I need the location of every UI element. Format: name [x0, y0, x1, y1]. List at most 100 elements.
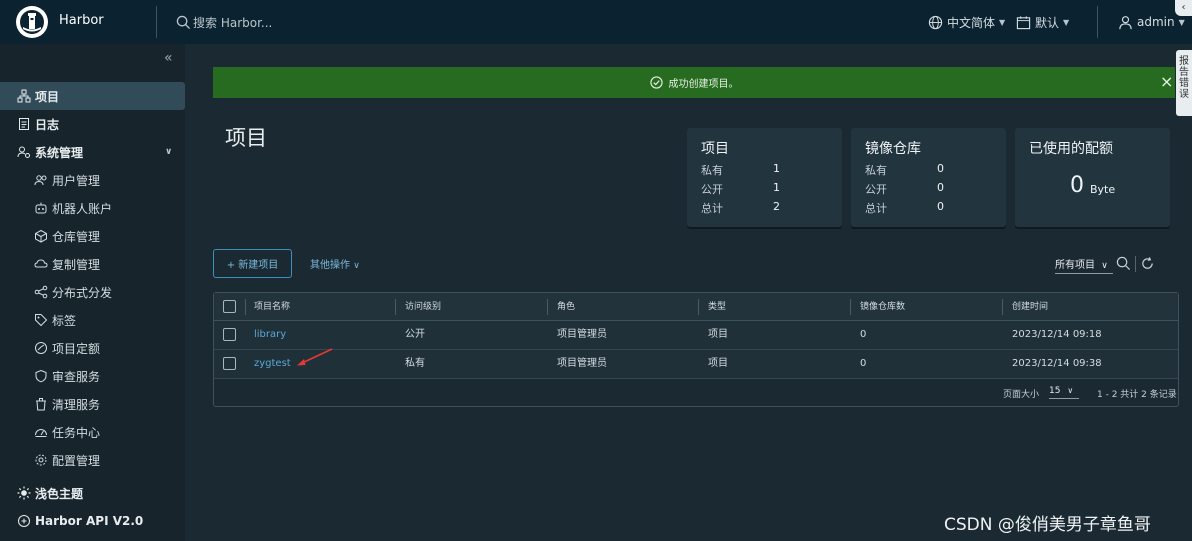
header-divider: [156, 6, 157, 38]
api-explorer-link[interactable]: Harbor API V2.0: [0, 507, 185, 535]
table-footer: 页面大小 15 ∨ 1 - 2 共计 2 条记录: [214, 379, 1178, 406]
theme-toggle[interactable]: 浅色主题: [0, 479, 185, 507]
page-size-label: 页面大小: [1003, 390, 1040, 400]
column-divider: [1002, 299, 1003, 315]
harbor-logo-icon[interactable]: [16, 6, 48, 38]
global-search[interactable]: 搜索 Harbor...: [176, 11, 396, 33]
private-count: 0: [937, 162, 944, 175]
new-project-button[interactable]: + 新建项目: [213, 249, 292, 278]
creation-time: 2023/12/14 09:38: [1012, 358, 1102, 369]
repo-count: 0: [860, 358, 867, 369]
sidebar-item-distribution[interactable]: 分布式分发: [0, 278, 185, 306]
admin-icon: [17, 146, 30, 158]
public-label: 公开: [865, 183, 887, 196]
column-header[interactable]: 类型: [708, 293, 726, 321]
logs-icon: [19, 118, 29, 130]
corner-toggle-button[interactable]: ‹: [1175, 0, 1192, 16]
refresh-icon[interactable]: [1140, 256, 1155, 271]
replication-icon: [34, 259, 48, 268]
tag-icon: [35, 314, 48, 327]
sidebar-item-labels[interactable]: 标签: [0, 306, 185, 334]
sidebar-item-quotas[interactable]: 项目定额: [0, 334, 185, 362]
chevron-down-icon: ∨: [353, 261, 360, 271]
type: 项目: [708, 358, 728, 369]
sidebar-item-label: 项目: [35, 89, 60, 104]
sidebar-item-label: 任务中心: [52, 425, 101, 440]
column-header[interactable]: 创建时间: [1012, 293, 1048, 321]
row-checkbox[interactable]: [223, 328, 236, 341]
theme-selector[interactable]: 默认 ▼: [1016, 11, 1069, 33]
pagination-summary: 1 - 2 共计 2 条记录: [1097, 390, 1177, 400]
user-icon: [1119, 15, 1132, 29]
sidebar-item-label: Harbor API V2.0: [35, 514, 144, 528]
repositories-summary-card: 镜像仓库 私有 0 公开 0 总计 0: [851, 128, 1006, 227]
page-size-select[interactable]: 15 ∨: [1049, 386, 1079, 399]
sidebar-item-admin[interactable]: 系统管理 ∨: [0, 138, 185, 166]
page-title: 项目: [225, 126, 267, 150]
column-header[interactable]: 项目名称: [254, 293, 290, 321]
project-filter-select[interactable]: 所有项目 ∨: [1055, 256, 1113, 274]
sidebar-item-cleanup[interactable]: 清理服务: [0, 390, 185, 418]
creation-time: 2023/12/14 09:18: [1012, 329, 1102, 340]
sidebar-item-configuration[interactable]: 配置管理: [0, 446, 185, 474]
quota-value: 0: [1070, 173, 1084, 198]
sidebar-item-logs[interactable]: 日志: [0, 110, 185, 138]
sidebar-item-registries[interactable]: 仓库管理: [0, 222, 185, 250]
theme-label: 默认: [1035, 15, 1060, 30]
select-all-checkbox[interactable]: [223, 300, 236, 313]
shield-icon: [35, 369, 47, 383]
trash-icon: [36, 398, 46, 411]
table-row[interactable]: library 公开 项目管理员 项目 0 2023/12/14 09:18: [214, 321, 1178, 350]
sidebar-item-label: 仓库管理: [52, 229, 101, 244]
feedback-side-tab[interactable]: 报告错误: [1176, 50, 1192, 116]
column-header[interactable]: 镜像仓库数: [860, 293, 905, 321]
search-icon[interactable]: [1116, 256, 1131, 271]
sidebar-item-projects[interactable]: 项目: [0, 82, 185, 110]
dashboard-icon: [35, 429, 47, 437]
public-count: 1: [773, 181, 780, 194]
public-count: 0: [937, 181, 944, 194]
project-name-link[interactable]: zygtest: [254, 350, 291, 378]
private-label: 私有: [701, 164, 723, 177]
collapse-sidebar-icon[interactable]: «: [164, 50, 173, 66]
brand-name[interactable]: Harbor: [59, 13, 104, 28]
user-menu[interactable]: admin ▼: [1118, 11, 1185, 33]
quota-unit: Byte: [1090, 183, 1116, 196]
language-label: 中文简体: [947, 15, 996, 30]
sidebar: « 项目 日志 系统管理 ∨ 用户管理 机器人账户 仓库管理 复制管理 分布式分…: [0, 44, 185, 541]
column-divider: [547, 299, 548, 315]
chevron-down-icon: ∨: [1101, 261, 1108, 271]
sidebar-item-job-service[interactable]: 任务中心: [0, 418, 185, 446]
table-row[interactable]: zygtest 私有 项目管理员 项目 0 2023/12/14 09:38: [214, 350, 1178, 379]
toolbar-divider: [1135, 256, 1136, 272]
column-divider: [850, 299, 851, 315]
sidebar-item-users[interactable]: 用户管理: [0, 166, 185, 194]
alert-message: 成功创建项目。: [668, 79, 739, 90]
sidebar-item-label: 项目定额: [52, 341, 101, 356]
column-divider: [698, 299, 699, 315]
globe-icon: [928, 15, 943, 29]
filter-label: 所有项目: [1055, 260, 1095, 271]
column-header[interactable]: 访问级别: [405, 293, 441, 321]
distribution-icon: [34, 285, 48, 299]
search-icon: [176, 15, 191, 29]
project-name-link[interactable]: library: [254, 321, 286, 349]
sidebar-item-replication[interactable]: 复制管理: [0, 250, 185, 278]
access-level: 私有: [405, 358, 425, 369]
column-header[interactable]: 角色: [557, 293, 575, 321]
watermark: CSDN @俊俏美男子章鱼哥: [944, 515, 1151, 535]
quota-summary-card: 已使用的配额 0 Byte: [1015, 128, 1170, 227]
sidebar-item-interrogation[interactable]: 审查服务: [0, 362, 185, 390]
projects-summary-card: 项目 私有 1 公开 1 总计 2: [687, 128, 842, 227]
search-placeholder[interactable]: 搜索 Harbor...: [193, 14, 272, 31]
language-selector[interactable]: 中文简体 ▼: [928, 11, 1005, 33]
sidebar-item-robots[interactable]: 机器人账户: [0, 194, 185, 222]
check-circle-icon: [649, 76, 663, 89]
sidebar-item-label: 配置管理: [52, 453, 101, 468]
users-icon: [34, 175, 47, 186]
close-icon[interactable]: ×: [1160, 72, 1173, 91]
more-actions-dropdown[interactable]: 其他操作 ∨: [310, 256, 360, 271]
projects-table: 项目名称 访问级别 角色 类型 镜像仓库数 创建时间 library 公开 项目…: [213, 292, 1179, 407]
card-title: 已使用的配额: [1029, 141, 1113, 157]
row-checkbox[interactable]: [223, 357, 236, 370]
